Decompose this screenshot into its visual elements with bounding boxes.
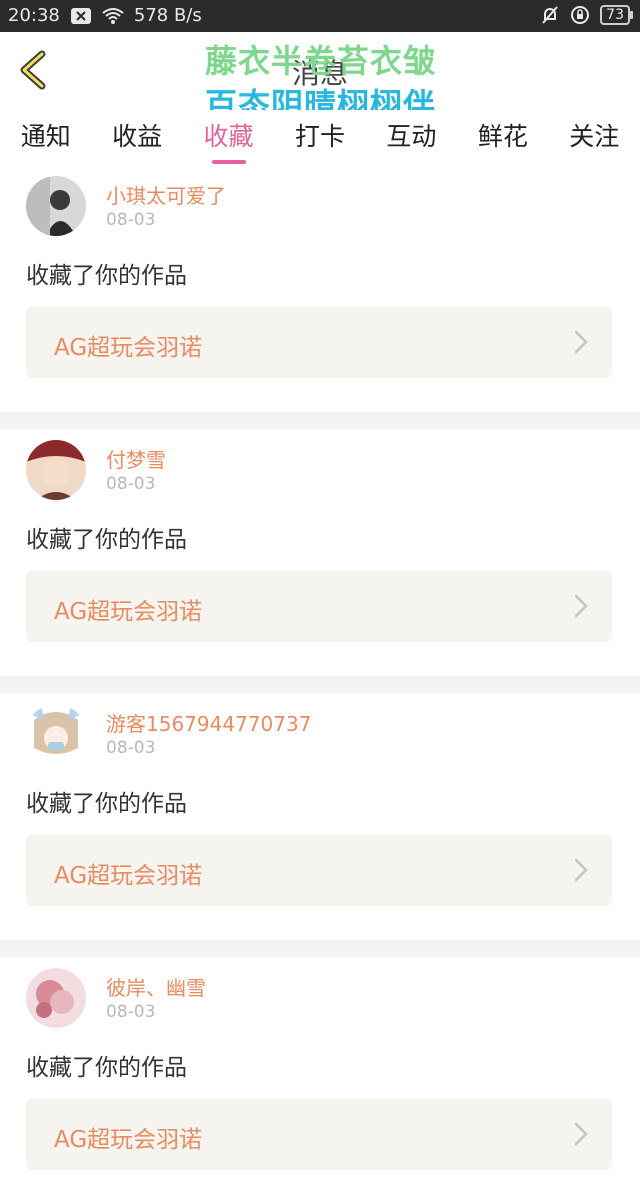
- timestamp: 08-03: [106, 738, 156, 758]
- tab-active-indicator: [211, 160, 246, 164]
- tab-label: 互动: [386, 122, 437, 151]
- work-title: AG超玩会羽诺: [54, 599, 203, 625]
- action-text: 收藏了你的作品: [26, 1055, 187, 1081]
- chevron-right-icon: [574, 1122, 588, 1146]
- tab-favorites[interactable]: 收藏: [196, 110, 262, 166]
- tab-label: 收益: [112, 122, 163, 151]
- list-item: 彼岸、幽雪 08-03 收藏了你的作品 AG超玩会羽诺: [0, 958, 640, 1204]
- tab-flowers[interactable]: 鲜花: [470, 110, 536, 166]
- work-title: AG超玩会羽诺: [54, 863, 203, 889]
- list-item: 游客1567944770737 08-03 收藏了你的作品 AG超玩会羽诺: [0, 694, 640, 940]
- status-left: 20:38 578 B/s: [8, 5, 202, 26]
- username[interactable]: 付梦雪: [106, 444, 166, 473]
- tab-label: 关注: [569, 122, 620, 151]
- chevron-right-icon: [574, 330, 588, 354]
- tab-label: 鲜花: [477, 122, 528, 151]
- divider: [0, 940, 640, 958]
- avatar[interactable]: [26, 176, 86, 236]
- rotation-lock-icon: [571, 6, 590, 24]
- divider: [0, 412, 640, 430]
- avatar[interactable]: [26, 704, 86, 764]
- notification-close-icon: [70, 7, 91, 24]
- battery-indicator: 73: [600, 5, 633, 25]
- work-link[interactable]: AG超玩会羽诺: [26, 1098, 612, 1170]
- timestamp: 08-03: [106, 210, 156, 230]
- username[interactable]: 彼岸、幽雪: [106, 972, 206, 1001]
- work-link[interactable]: AG超玩会羽诺: [26, 570, 612, 642]
- network-speed: 578 B/s: [133, 5, 202, 26]
- divider: [0, 676, 640, 694]
- timestamp: 08-03: [106, 474, 156, 494]
- action-text: 收藏了你的作品: [26, 527, 187, 553]
- avatar[interactable]: [26, 440, 86, 500]
- work-title: AG超玩会羽诺: [54, 335, 203, 361]
- work-title: AG超玩会羽诺: [54, 1127, 203, 1153]
- status-bar: 20:38 578 B/s 73: [0, 0, 640, 32]
- status-right: 73: [540, 5, 633, 25]
- list-item: 付梦雪 08-03 收藏了你的作品 AG超玩会羽诺: [0, 430, 640, 676]
- work-link[interactable]: AG超玩会羽诺: [26, 306, 612, 378]
- overlay-caption-line1: 藤衣半卷苔衣皱: [205, 42, 437, 80]
- bell-muted-icon: [542, 6, 558, 24]
- tab-following[interactable]: 关注: [561, 110, 627, 166]
- avatar[interactable]: [26, 968, 86, 1028]
- chevron-right-icon: [574, 594, 588, 618]
- wifi-icon: [102, 7, 124, 24]
- action-text: 收藏了你的作品: [26, 263, 187, 289]
- username[interactable]: 游客1567944770737: [106, 708, 311, 737]
- favorites-feed: 小琪太可爱了 08-03 收藏了你的作品 AG超玩会羽诺 付梦雪 08-03 收…: [0, 166, 640, 1204]
- tab-checkin[interactable]: 打卡: [287, 110, 353, 166]
- chevron-right-icon: [574, 858, 588, 882]
- tab-label: 打卡: [294, 122, 345, 151]
- tab-label: 通知: [20, 122, 71, 151]
- timestamp: 08-03: [106, 1002, 156, 1022]
- tab-bar: 通知 收益 收藏 打卡 互动 鲜花 关注: [0, 110, 640, 166]
- tab-notice[interactable]: 通知: [13, 110, 79, 166]
- work-link[interactable]: AG超玩会羽诺: [26, 834, 612, 906]
- username[interactable]: 小琪太可爱了: [106, 180, 226, 209]
- tab-label: 收藏: [203, 122, 254, 151]
- list-item: 小琪太可爱了 08-03 收藏了你的作品 AG超玩会羽诺: [0, 166, 640, 412]
- action-text: 收藏了你的作品: [26, 791, 187, 817]
- status-time: 20:38: [8, 5, 60, 26]
- tab-interaction[interactable]: 互动: [378, 110, 444, 166]
- tab-earnings[interactable]: 收益: [104, 110, 170, 166]
